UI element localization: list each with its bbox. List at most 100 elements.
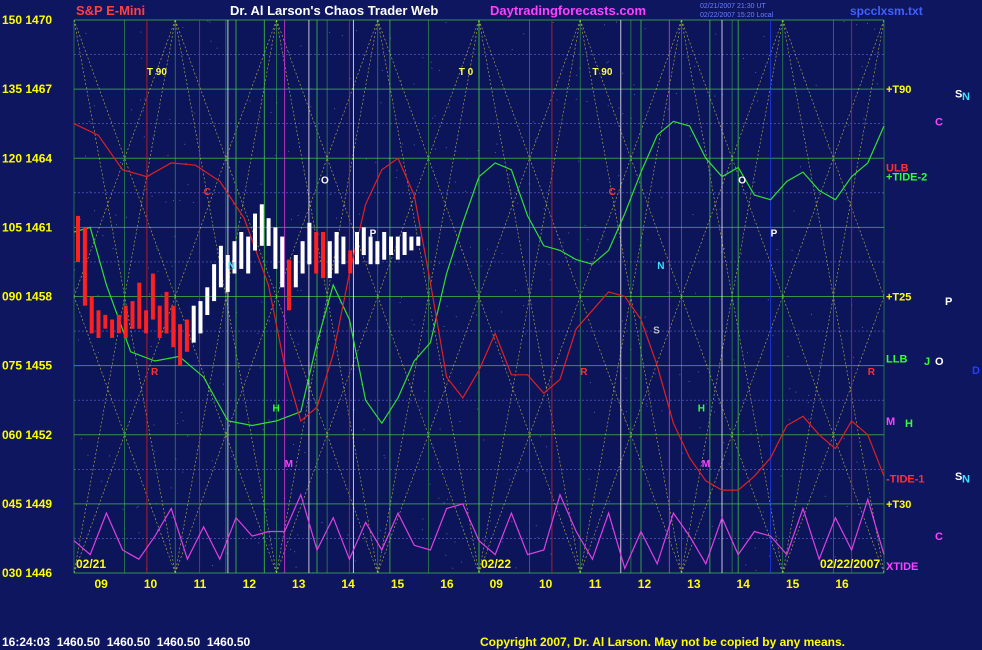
star-dot xyxy=(634,93,635,95)
price-bar xyxy=(341,236,346,265)
y-axis-label: 045 1449 xyxy=(2,497,52,511)
star-dot xyxy=(216,47,218,49)
x-axis-tick: 11 xyxy=(194,577,207,591)
star-dot xyxy=(755,72,757,73)
star-dot xyxy=(568,232,570,234)
margin-letter: C xyxy=(935,116,943,128)
y-axis-label: 030 1446 xyxy=(2,566,52,580)
price-bar xyxy=(416,236,421,246)
star-dot xyxy=(646,405,648,407)
star-dot xyxy=(150,346,152,347)
price-bar xyxy=(361,227,366,256)
margin-letter: D xyxy=(972,365,980,377)
star-dot xyxy=(540,435,542,437)
price-bar xyxy=(137,282,142,329)
star-dot xyxy=(136,507,138,509)
planet-marker: S xyxy=(653,325,660,336)
star-dot xyxy=(157,270,159,272)
star-dot xyxy=(562,242,564,244)
star-dot xyxy=(380,530,381,532)
header-site[interactable]: Daytradingforecasts.com xyxy=(490,3,646,18)
star-dot xyxy=(776,249,778,250)
star-dot xyxy=(101,480,103,482)
star-dot xyxy=(789,388,791,390)
t-marker: T 90 xyxy=(147,67,167,78)
right-label: -TIDE-1 xyxy=(886,474,925,486)
margin-letter: P xyxy=(945,296,952,308)
star-dot xyxy=(633,84,635,86)
star-dot xyxy=(383,454,385,456)
star-dot xyxy=(616,21,617,23)
planet-marker: C xyxy=(204,187,211,198)
star-dot xyxy=(231,456,233,458)
star-dot xyxy=(347,534,349,536)
x-axis-tick: 15 xyxy=(786,577,800,591)
price-bar xyxy=(205,287,210,315)
star-dot xyxy=(295,566,297,568)
t-marker: T 90 xyxy=(592,67,612,78)
star-dot xyxy=(438,69,440,71)
star-dot xyxy=(422,57,424,59)
planet-marker: O xyxy=(738,176,746,187)
x-axis-tick: 10 xyxy=(144,577,158,591)
star-dot xyxy=(874,28,876,30)
star-dot xyxy=(180,412,182,413)
star-dot xyxy=(733,359,735,361)
star-dot xyxy=(267,508,269,510)
price-bar xyxy=(334,232,339,274)
x-axis-tick: 13 xyxy=(687,577,701,591)
star-dot xyxy=(755,570,757,572)
star-dot xyxy=(97,294,99,296)
price-bar xyxy=(307,222,312,265)
star-dot xyxy=(728,463,730,465)
star-dot xyxy=(469,246,471,248)
star-dot xyxy=(429,294,430,296)
star-dot xyxy=(187,435,189,437)
star-dot xyxy=(131,109,133,111)
star-dot xyxy=(258,542,260,544)
star-dot xyxy=(675,92,677,94)
star-dot xyxy=(448,106,450,108)
right-label: +T25 xyxy=(886,292,911,304)
star-dot xyxy=(537,537,539,539)
y-axis-label: 105 1461 xyxy=(2,220,52,234)
star-dot xyxy=(546,446,548,448)
star-dot xyxy=(424,390,426,392)
price-bar xyxy=(103,314,108,329)
star-dot xyxy=(588,478,590,480)
star-dot xyxy=(651,502,653,504)
star-dot xyxy=(294,551,296,553)
star-dot xyxy=(334,108,335,110)
right-label: +T90 xyxy=(886,84,911,96)
star-dot xyxy=(606,62,608,64)
star-dot xyxy=(489,520,491,522)
price-bar xyxy=(82,227,87,306)
planet-marker: R xyxy=(580,367,588,378)
x-axis-tick: 16 xyxy=(440,577,454,591)
star-dot xyxy=(608,500,610,502)
header-file: spcclxsm.txt xyxy=(850,4,923,18)
star-dot xyxy=(430,61,432,63)
star-dot xyxy=(84,155,86,157)
star-dot xyxy=(861,326,863,328)
x-axis-tick: 15 xyxy=(391,577,405,591)
star-dot xyxy=(523,33,525,35)
star-dot xyxy=(165,201,167,203)
star-dot xyxy=(138,532,140,534)
star-dot xyxy=(318,233,320,235)
star-dot xyxy=(695,292,697,294)
star-dot xyxy=(474,48,476,50)
star-dot xyxy=(144,98,146,100)
star-dot xyxy=(288,52,290,53)
star-dot xyxy=(339,302,341,304)
star-dot xyxy=(848,124,850,126)
star-dot xyxy=(699,427,701,429)
star-dot xyxy=(757,100,758,102)
planet-marker: N xyxy=(657,261,664,272)
star-dot xyxy=(787,356,789,357)
star-dot xyxy=(607,61,609,63)
star-dot xyxy=(94,210,95,212)
x-axis-tick: 12 xyxy=(243,577,257,591)
star-dot xyxy=(715,33,717,35)
star-dot xyxy=(430,228,431,230)
